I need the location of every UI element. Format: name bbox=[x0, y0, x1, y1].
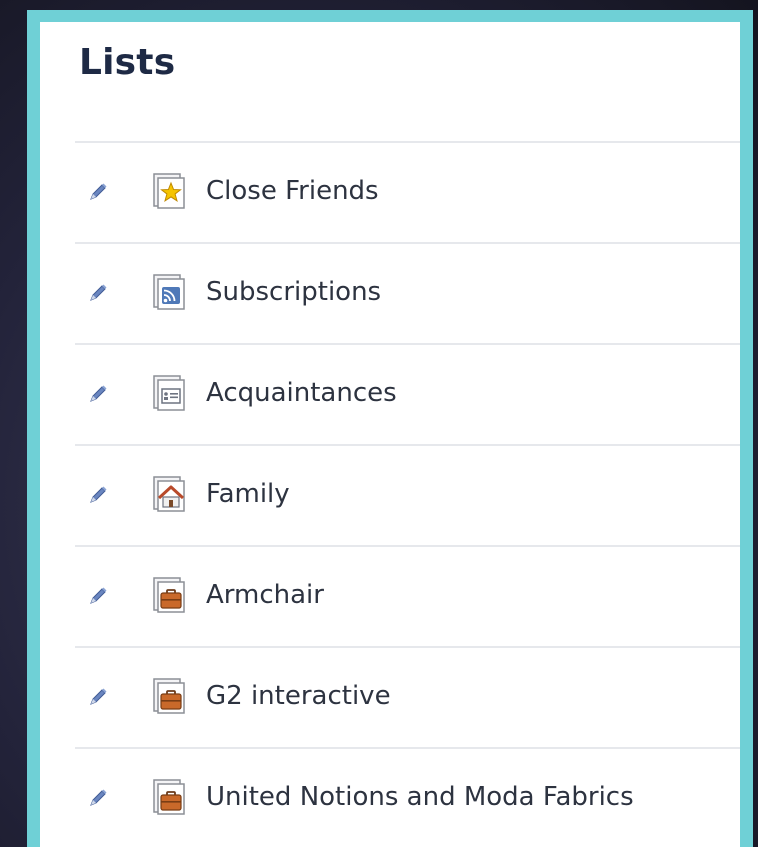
list-item-armchair: Armchair bbox=[75, 545, 740, 646]
list-item-family: Family bbox=[75, 444, 740, 545]
briefcase-list-icon bbox=[151, 778, 187, 816]
lists-panel: Lists Close Friends Subscriptions Acquai… bbox=[40, 22, 740, 847]
briefcase-list-icon bbox=[151, 576, 187, 614]
list-item-subscriptions: Subscriptions bbox=[75, 242, 740, 343]
contact-card-list-icon bbox=[151, 374, 187, 412]
lists-list: Close Friends Subscriptions Acquaintance… bbox=[75, 141, 740, 847]
list-label[interactable]: Acquaintances bbox=[206, 378, 397, 408]
list-label[interactable]: Close Friends bbox=[206, 176, 379, 206]
rss-list-icon bbox=[151, 273, 187, 311]
pencil-icon[interactable] bbox=[87, 585, 109, 607]
list-label[interactable]: Armchair bbox=[206, 580, 324, 610]
list-item-united-notions: United Notions and Moda Fabrics bbox=[75, 747, 740, 847]
list-label[interactable]: G2 interactive bbox=[206, 681, 391, 711]
list-item-g2-interactive: G2 interactive bbox=[75, 646, 740, 747]
panel-title: Lists bbox=[79, 42, 176, 83]
pencil-icon[interactable] bbox=[87, 787, 109, 809]
star-list-icon bbox=[151, 172, 187, 210]
list-label[interactable]: Family bbox=[206, 479, 290, 509]
pencil-icon[interactable] bbox=[87, 383, 109, 405]
house-list-icon bbox=[151, 475, 187, 513]
pencil-icon[interactable] bbox=[87, 181, 109, 203]
list-item-close-friends: Close Friends bbox=[75, 141, 740, 242]
pencil-icon[interactable] bbox=[87, 686, 109, 708]
pencil-icon[interactable] bbox=[87, 282, 109, 304]
briefcase-list-icon bbox=[151, 677, 187, 715]
pencil-icon[interactable] bbox=[87, 484, 109, 506]
list-item-acquaintances: Acquaintances bbox=[75, 343, 740, 444]
list-label[interactable]: United Notions and Moda Fabrics bbox=[206, 782, 634, 812]
list-label[interactable]: Subscriptions bbox=[206, 277, 381, 307]
